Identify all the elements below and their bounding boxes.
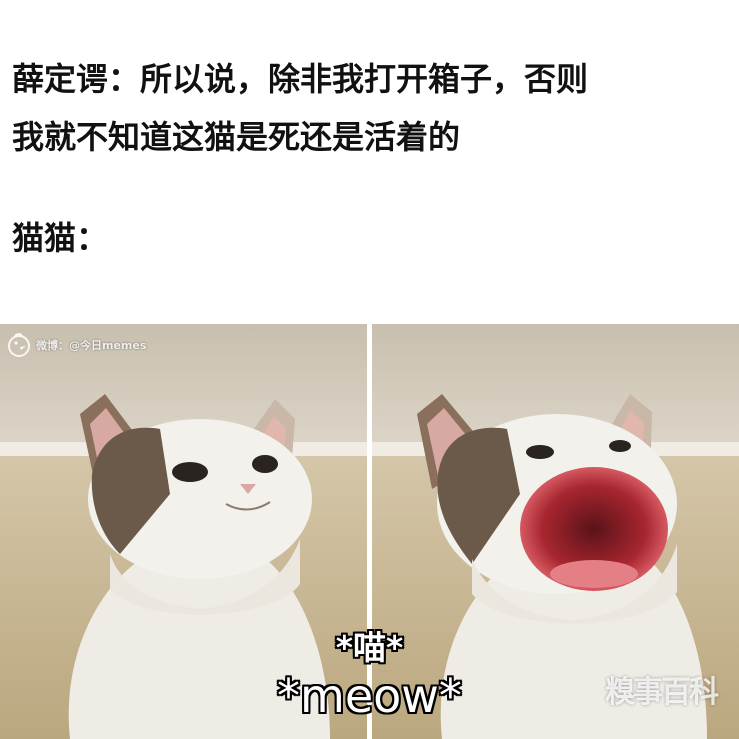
duck-logo-icon: [8, 333, 30, 357]
caption-line-1: 薛定谔：所以说，除非我打开箱子，否则: [12, 60, 589, 98]
weibo-watermark: 微博：@今日memes: [6, 332, 146, 358]
subtitle-english: *meow*: [277, 669, 462, 723]
weibo-watermark-text: 微博：@今日memes: [36, 339, 147, 352]
subtitle-chinese: *喵*: [335, 628, 404, 667]
caption-line-2: 我就不知道这猫是死还是活着的: [12, 118, 461, 156]
caption-line-3: 猫猫：: [12, 219, 109, 257]
